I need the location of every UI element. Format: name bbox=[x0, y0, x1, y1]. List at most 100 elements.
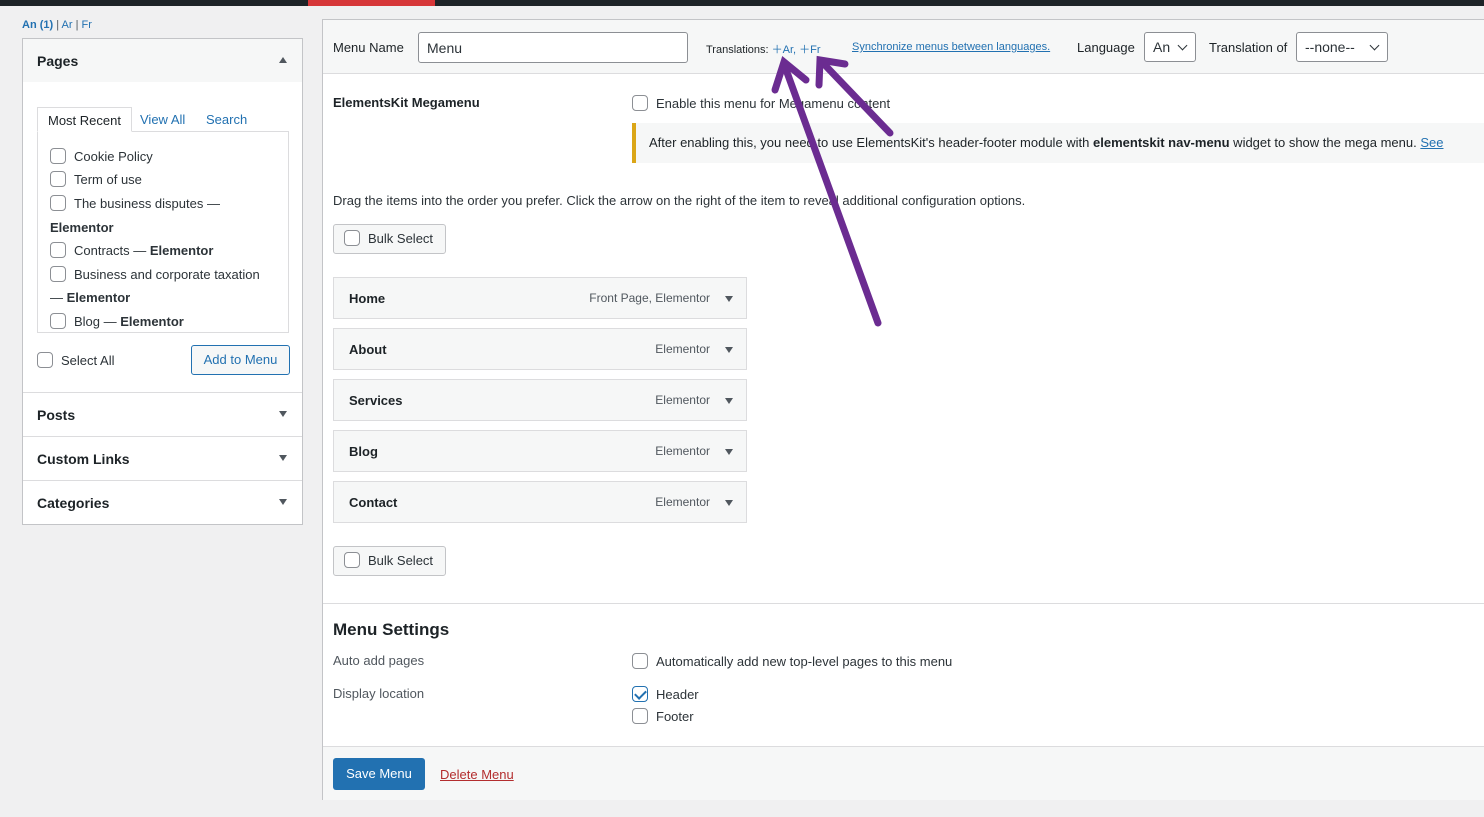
language-link-an[interactable]: An (1) bbox=[22, 19, 53, 31]
pages-section: Pages Most Recent View All Search Cookie… bbox=[23, 39, 302, 393]
menu-item-home[interactable]: Home Front Page, Elementor bbox=[333, 277, 747, 319]
expand-arrow-icon[interactable] bbox=[725, 296, 733, 302]
translation-of-select[interactable]: --none-- bbox=[1296, 32, 1388, 62]
tab-search[interactable]: Search bbox=[206, 107, 247, 132]
add-translation-ar[interactable]: ＋Ar, bbox=[772, 44, 796, 56]
drag-instructions: Drag the items into the order you prefer… bbox=[333, 193, 1026, 208]
bulk-select-top[interactable]: Bulk Select bbox=[333, 224, 446, 254]
footer-checkbox[interactable] bbox=[632, 708, 648, 724]
location-header[interactable]: Header bbox=[632, 686, 699, 702]
translations: Translations: ＋Ar, ＋Fr bbox=[706, 41, 821, 57]
expand-arrow-icon bbox=[279, 455, 287, 461]
list-item[interactable]: Term of use bbox=[50, 168, 285, 191]
posts-title: Posts bbox=[37, 406, 76, 423]
location-label: Footer bbox=[656, 709, 694, 724]
list-item[interactable]: Cookie Policy bbox=[50, 145, 285, 168]
dash: — bbox=[50, 290, 67, 305]
page-label: Blog — bbox=[74, 314, 121, 329]
megamenu-enable-label: Enable this menu for Megamenu content bbox=[656, 96, 891, 111]
checkbox[interactable] bbox=[50, 195, 66, 211]
menu-item-contact[interactable]: Contact Elementor bbox=[333, 481, 747, 523]
notice-see-link[interactable]: See bbox=[1420, 135, 1443, 150]
expand-arrow-icon[interactable] bbox=[725, 398, 733, 404]
menu-name-label: Menu Name bbox=[333, 40, 404, 55]
page-builder-label: Elementor bbox=[120, 314, 184, 329]
language-label: Language bbox=[1077, 40, 1135, 55]
location-footer[interactable]: Footer bbox=[632, 708, 694, 724]
select-all-checkbox[interactable] bbox=[37, 352, 53, 368]
menu-item-services[interactable]: Services Elementor bbox=[333, 379, 747, 421]
language-filter: An (1) | Ar | Fr bbox=[22, 19, 92, 31]
translation-of-label: Translation of bbox=[1209, 40, 1288, 55]
menu-header: Menu Name Translations: ＋Ar, ＋Fr Synchro… bbox=[323, 20, 1484, 74]
bulk-select-checkbox[interactable] bbox=[344, 552, 360, 568]
checkbox[interactable] bbox=[50, 148, 66, 164]
separator: | bbox=[56, 19, 60, 31]
admin-bar-active-item[interactable] bbox=[308, 0, 435, 6]
auto-add-option[interactable]: Automatically add new top-level pages to… bbox=[632, 653, 952, 669]
separator: | bbox=[75, 19, 79, 31]
translation-fr-label: Fr bbox=[810, 44, 821, 56]
checkbox[interactable] bbox=[50, 171, 66, 187]
select-all[interactable]: Select All bbox=[37, 352, 114, 368]
bulk-select-checkbox[interactable] bbox=[344, 230, 360, 246]
tab-view-all[interactable]: View All bbox=[140, 107, 185, 132]
menu-item-title: About bbox=[349, 342, 387, 357]
menu-item-about[interactable]: About Elementor bbox=[333, 328, 747, 370]
menu-item-meta: Front Page, Elementor bbox=[589, 291, 710, 305]
display-location-label: Display location bbox=[333, 686, 425, 701]
list-item[interactable]: The business disputes — bbox=[50, 192, 285, 215]
menu-footer: Save Menu Delete Menu bbox=[323, 746, 1484, 800]
menu-name-input[interactable] bbox=[418, 32, 688, 63]
chevron-down-icon bbox=[1369, 40, 1380, 51]
auto-add-label: Auto add pages bbox=[333, 653, 425, 668]
categories-section-header[interactable]: Categories bbox=[23, 481, 302, 524]
bulk-select-label: Bulk Select bbox=[368, 231, 434, 246]
chevron-down-icon bbox=[1177, 40, 1188, 51]
header-checkbox[interactable] bbox=[632, 686, 648, 702]
translations-label: Translations: bbox=[706, 44, 769, 56]
expand-arrow-icon[interactable] bbox=[725, 500, 733, 506]
posts-section-header[interactable]: Posts bbox=[23, 393, 302, 436]
custom-links-section: Custom Links bbox=[23, 437, 302, 481]
sync-menus-link[interactable]: Synchronize menus between languages. bbox=[852, 41, 1050, 53]
notice-text: After enabling this, you need to use Ele… bbox=[649, 135, 1094, 150]
expand-arrow-icon[interactable] bbox=[725, 347, 733, 353]
menu-item-title: Contact bbox=[349, 495, 398, 510]
save-menu-button[interactable]: Save Menu bbox=[333, 758, 425, 790]
menu-item-blog[interactable]: Blog Elementor bbox=[333, 430, 747, 472]
checkbox[interactable] bbox=[50, 313, 66, 329]
delete-menu-link[interactable]: Delete Menu bbox=[440, 767, 514, 782]
categories-title: Categories bbox=[37, 494, 110, 511]
bulk-select-label: Bulk Select bbox=[368, 553, 434, 568]
megamenu-notice: After enabling this, you need to use Ele… bbox=[632, 123, 1484, 163]
list-item[interactable]: Blog — Elementor bbox=[50, 310, 285, 332]
pages-section-header[interactable]: Pages bbox=[23, 39, 302, 82]
custom-links-title: Custom Links bbox=[37, 450, 130, 467]
divider bbox=[323, 603, 1484, 604]
auto-add-checkbox[interactable] bbox=[632, 653, 648, 669]
page-label: Cookie Policy bbox=[74, 149, 153, 164]
pages-title: Pages bbox=[37, 52, 79, 69]
page-builder-label: Elementor bbox=[50, 220, 114, 235]
megamenu-checkbox[interactable] bbox=[632, 95, 648, 111]
tab-most-recent[interactable]: Most Recent bbox=[37, 107, 132, 132]
language-select[interactable]: An bbox=[1144, 32, 1196, 62]
translation-of-value: --none-- bbox=[1305, 39, 1355, 55]
language-link-ar[interactable]: Ar bbox=[62, 19, 73, 31]
expand-arrow-icon[interactable] bbox=[725, 449, 733, 455]
expand-arrow-icon bbox=[279, 411, 287, 417]
posts-section: Posts bbox=[23, 393, 302, 437]
menu-item-title: Home bbox=[349, 291, 386, 306]
add-translation-fr[interactable]: ＋Fr bbox=[799, 44, 820, 56]
add-to-menu-button[interactable]: Add to Menu bbox=[191, 345, 290, 375]
language-link-fr[interactable]: Fr bbox=[82, 19, 92, 31]
custom-links-section-header[interactable]: Custom Links bbox=[23, 437, 302, 480]
list-item[interactable]: Contracts — Elementor bbox=[50, 239, 285, 262]
checkbox[interactable] bbox=[50, 242, 66, 258]
bulk-select-bottom[interactable]: Bulk Select bbox=[333, 546, 446, 576]
list-item[interactable]: Business and corporate taxation bbox=[50, 263, 285, 286]
categories-section: Categories bbox=[23, 481, 302, 524]
checkbox[interactable] bbox=[50, 266, 66, 282]
megamenu-enable[interactable]: Enable this menu for Megamenu content bbox=[632, 95, 890, 111]
